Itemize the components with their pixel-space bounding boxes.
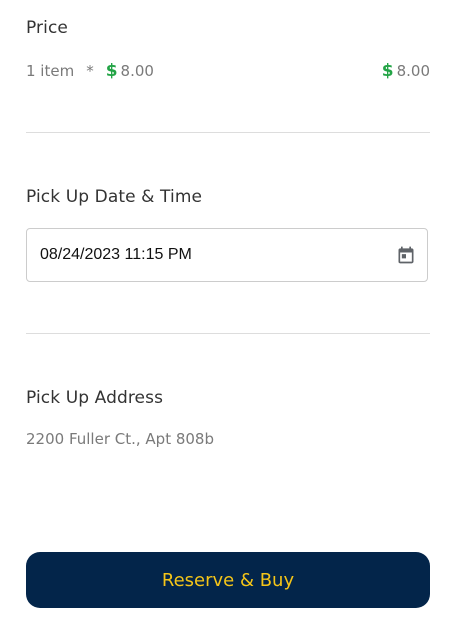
dollar-icon: $ <box>105 61 118 81</box>
total-price: 8.00 <box>396 62 430 80</box>
pickup-address-title: Pick Up Address <box>26 388 164 408</box>
price-title: Price <box>26 18 68 38</box>
divider <box>26 132 430 133</box>
multiply-sign: * <box>86 62 94 80</box>
divider <box>26 333 430 334</box>
reserve-and-buy-button[interactable]: Reserve & Buy <box>26 552 430 608</box>
calendar-icon[interactable] <box>396 245 416 265</box>
item-count: 1 item <box>26 62 75 80</box>
price-breakdown: 1 item * $ 8.00 <box>26 61 154 81</box>
dollar-icon: $ <box>381 61 394 81</box>
price-total: $ 8.00 <box>382 61 430 81</box>
pickup-datetime-input[interactable]: 08/24/2023 11:15 PM <box>26 228 428 282</box>
pickup-address-value: 2200 Fuller Ct., Apt 808b <box>26 430 214 448</box>
unit-price: 8.00 <box>120 62 154 80</box>
pickup-datetime-value[interactable]: 08/24/2023 11:15 PM <box>40 246 192 264</box>
pickup-datetime-title: Pick Up Date & Time <box>26 187 203 207</box>
price-row: 1 item * $ 8.00 $ 8.00 <box>26 60 430 82</box>
